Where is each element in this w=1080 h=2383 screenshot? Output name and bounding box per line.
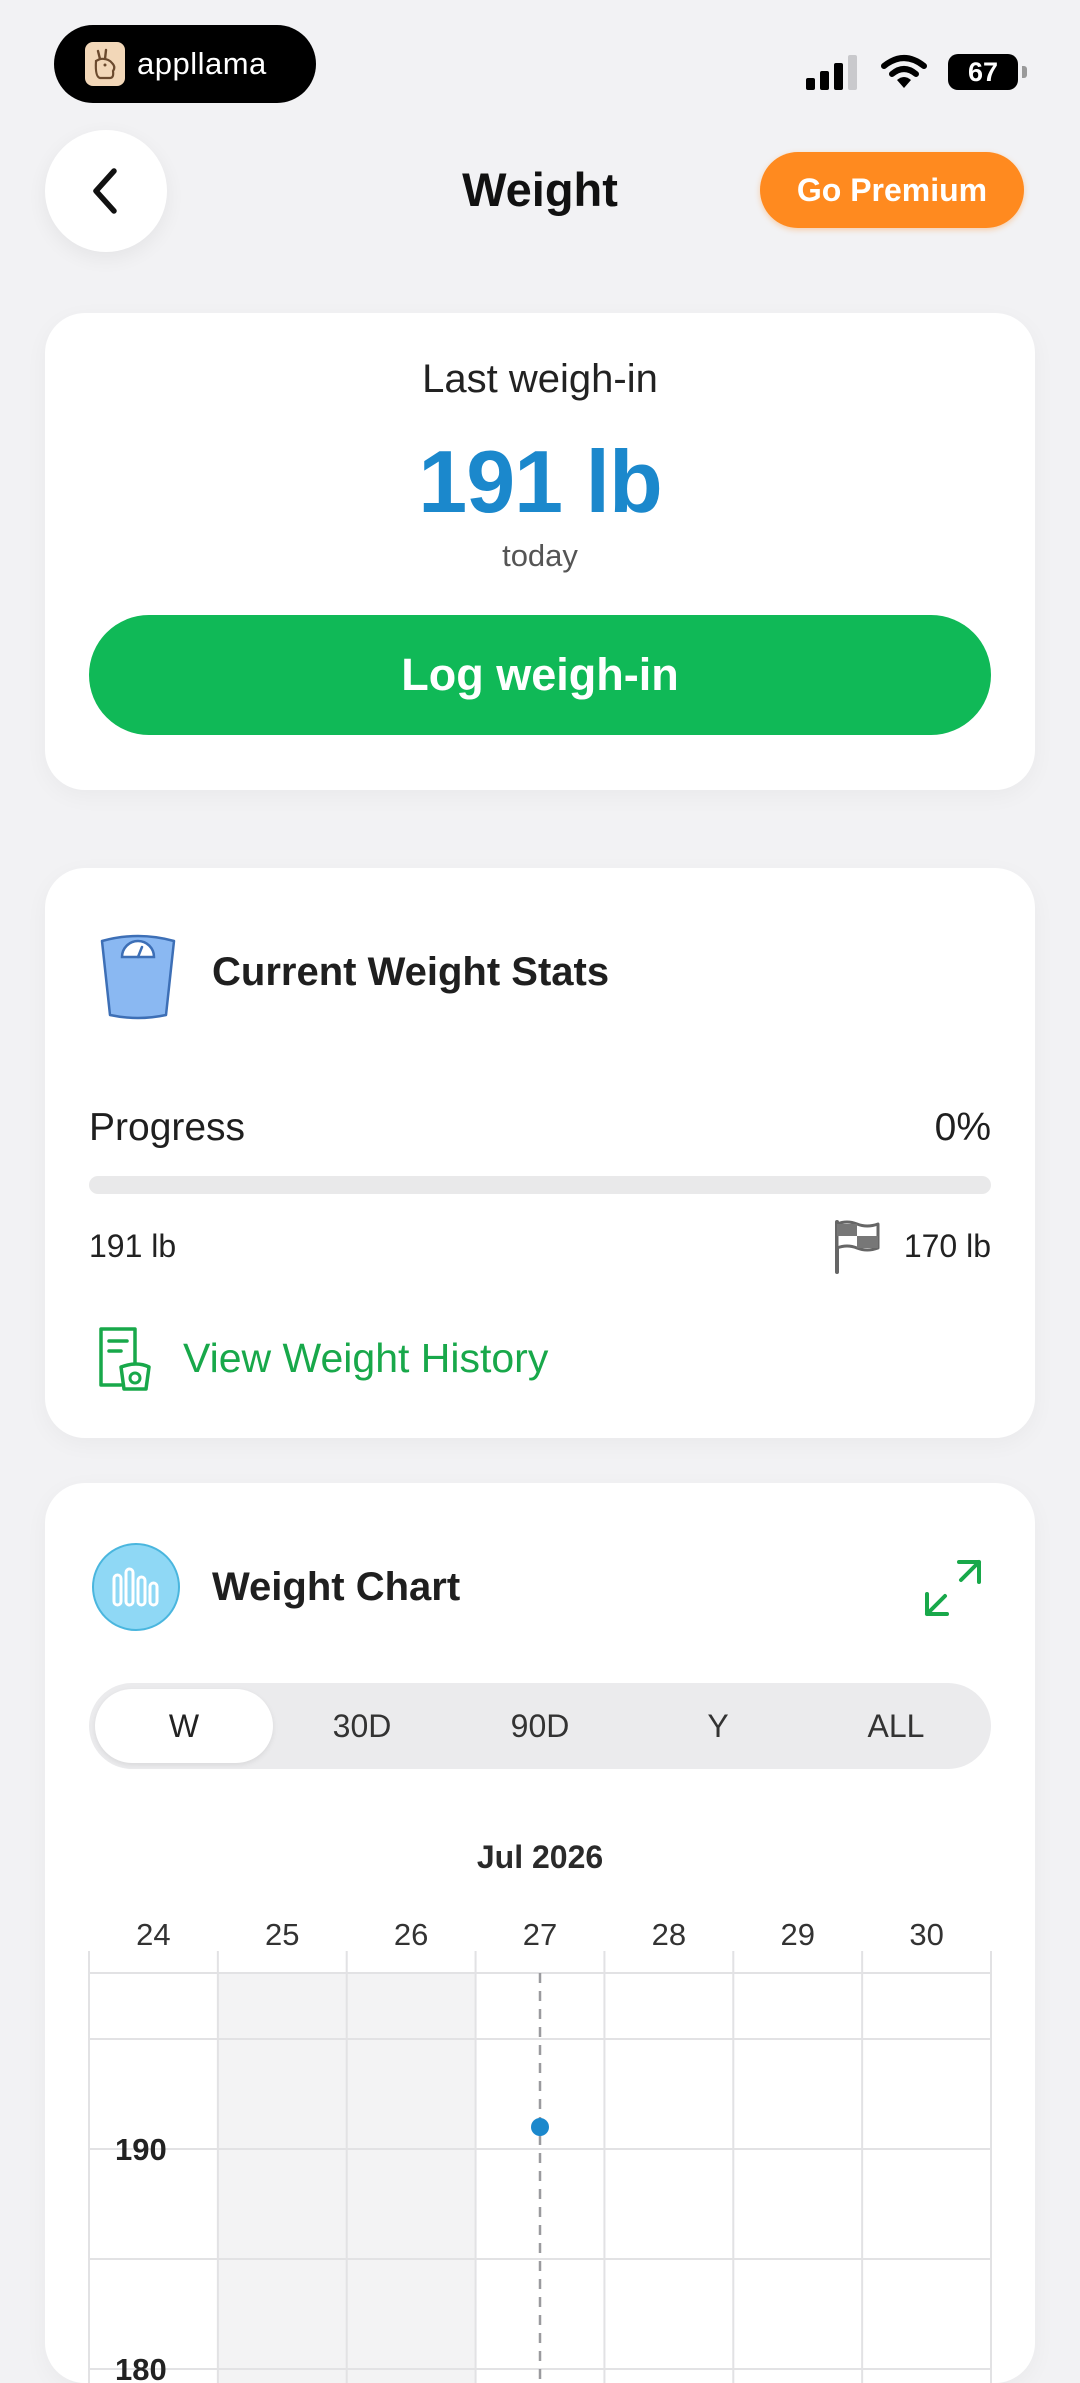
llama-logo-icon (85, 42, 125, 86)
page-title: Weight (462, 163, 618, 216)
progress-label: Progress (89, 1106, 246, 1149)
range-selector: W 30D 90D Y ALL (89, 1683, 991, 1769)
goal-weight: 170 lb (903, 1227, 991, 1264)
last-weighin-card: Last weigh-in 191 lb today Log weigh-in (45, 313, 1035, 790)
back-button[interactable] (45, 130, 167, 252)
range-option-90d[interactable]: 90D (451, 1689, 629, 1763)
start-weight: 191 lb (89, 1228, 177, 1264)
chart-y-tick: 180 (115, 2352, 167, 2383)
chart-title: Weight Chart (212, 1565, 461, 1609)
go-premium-button[interactable]: Go Premium (760, 152, 1024, 228)
chart-month-label: Jul 2026 (476, 1839, 604, 1875)
stats-title: Current Weight Stats (212, 950, 610, 994)
chart-data-point (531, 2118, 549, 2136)
signal-icon (806, 55, 857, 90)
chart-x-tick: 26 (394, 1917, 428, 1952)
battery-indicator: 67 (948, 54, 1027, 90)
status-icons: 67 (806, 50, 1027, 94)
app-badge-name: appllama (137, 46, 267, 81)
range-option-y[interactable]: Y (629, 1689, 807, 1763)
progress-bar (89, 1176, 991, 1194)
chart-y-tick: 190 (115, 2132, 167, 2167)
wifi-icon (881, 55, 927, 88)
goal-weight-group: 170 lb (832, 1218, 991, 1274)
weight-chart-plot: 24 25 26 27 28 29 30 190 180 (88, 1917, 992, 2383)
scale-icon (100, 934, 176, 1020)
chart-x-tick: 27 (523, 1917, 557, 1952)
last-weighin-value: 191 lb (418, 432, 662, 531)
chart-x-tick: 25 (265, 1917, 299, 1952)
chart-shaded-day (346, 1973, 476, 2383)
range-option-w[interactable]: W (95, 1689, 273, 1763)
weight-stats-card: Current Weight Stats Progress 0% 191 lb … (45, 868, 1035, 1438)
expand-icon[interactable] (923, 1558, 983, 1618)
view-weight-history-label: View Weight History (183, 1334, 549, 1381)
app-badge: appllama (54, 25, 316, 103)
range-option-30d[interactable]: 30D (273, 1689, 451, 1763)
weight-history-icon (99, 1327, 151, 1391)
range-option-all[interactable]: ALL (807, 1689, 985, 1763)
chart-x-tick: 29 (780, 1917, 814, 1952)
log-weighin-button[interactable]: Log weigh-in (89, 615, 991, 735)
chart-x-tick: 30 (909, 1917, 943, 1952)
progress-percent: 0% (934, 1106, 991, 1149)
chart-x-tick: 24 (136, 1917, 170, 1952)
chevron-left-icon (93, 168, 117, 214)
weight-chart-card: Weight Chart W 30D 90D Y ALL Jul 2026 24 25 26… (45, 1483, 1035, 2383)
chart-x-tick: 28 (652, 1917, 686, 1952)
chart-shaded-day (217, 1973, 347, 2383)
goal-flag-icon (834, 1220, 880, 1274)
chart-bars-icon (92, 1543, 180, 1631)
view-weight-history-link[interactable]: View Weight History (95, 1323, 548, 1393)
last-weighin-label: Last weigh-in (422, 357, 658, 401)
last-weighin-time: today (502, 538, 578, 573)
